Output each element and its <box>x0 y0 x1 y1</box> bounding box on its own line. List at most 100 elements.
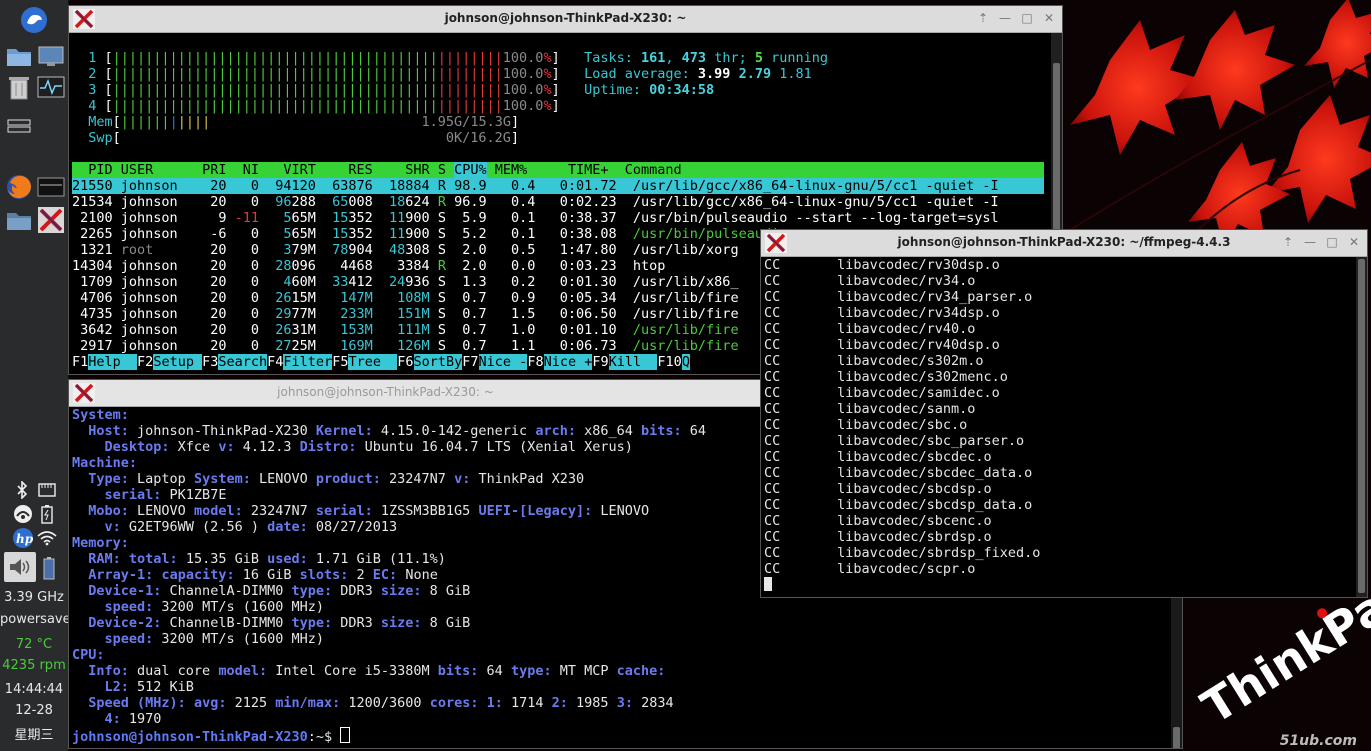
text-cursor[interactable] <box>764 577 772 591</box>
process-time: 0:06.73 <box>543 338 633 354</box>
wifi-icon[interactable] <box>36 528 58 548</box>
process-time: 0:03.23 <box>543 258 633 274</box>
function-key-button[interactable]: Kill <box>608 354 658 370</box>
memory-meter-value: 1.95G/15.3G <box>421 114 511 130</box>
close-button[interactable]: ✕ <box>1347 235 1361 249</box>
function-key-button[interactable]: Q <box>681 354 690 370</box>
xfce-mouse-icon[interactable] <box>20 6 48 34</box>
maximize-button[interactable]: □ <box>1020 11 1034 25</box>
process-time: 0:01.10 <box>543 322 633 338</box>
hp-icon[interactable]: hp <box>11 526 35 550</box>
column-header[interactable]: VIRT <box>259 162 316 178</box>
process-row[interactable]: 21534 johnson 20 0 96288 65008 18624 R 9… <box>72 194 1044 210</box>
maximize-button[interactable]: □ <box>1325 235 1339 249</box>
network-icon[interactable] <box>12 503 34 525</box>
htop-summary-text: 161 <box>641 50 666 66</box>
clock-date[interactable]: 12-28 <box>0 703 68 718</box>
window-titlebar[interactable]: johnson@johnson-ThinkPad-X230: ~/ffmpeg-… <box>761 230 1367 257</box>
process-nice: 0 <box>226 178 259 194</box>
clock-weekday[interactable]: 星期三 <box>0 724 68 743</box>
cpu-meter-label: 2 <box>72 66 105 82</box>
inxi-label: L2: <box>104 679 129 695</box>
close-button[interactable]: ✕ <box>1042 11 1056 25</box>
activity-monitor-icon[interactable] <box>37 74 65 100</box>
process-nice: 0 <box>226 306 259 322</box>
volume-icon[interactable] <box>4 552 36 582</box>
column-header[interactable]: MEM% <box>487 162 536 178</box>
inxi-value <box>121 551 129 567</box>
compile-tag: CC <box>764 497 781 513</box>
function-key-button[interactable]: Tree <box>348 354 398 370</box>
sdcard-icon[interactable] <box>36 480 58 500</box>
display-icon[interactable] <box>37 44 65 68</box>
column-header[interactable]: USER <box>121 162 194 178</box>
folder-icon[interactable] <box>6 44 32 68</box>
process-time: 1:47.80 <box>543 242 633 258</box>
inxi-value: 1970 <box>120 711 162 727</box>
shade-button[interactable]: ⇡ <box>976 11 990 25</box>
window-switcher-icon[interactable] <box>6 116 32 136</box>
process-table-header[interactable]: PID USER PRI NI VIRT RES SHR S CPU% MEM%… <box>72 162 1044 178</box>
inxi-value <box>72 615 88 631</box>
inxi-value <box>186 695 194 711</box>
process-shr: 11 <box>372 210 406 226</box>
window-titlebar[interactable]: johnson@johnson-ThinkPad-X230: ~ ⇡ — □ ✕ <box>69 6 1062 33</box>
htop-summary-text: thr; <box>706 50 755 66</box>
function-key-button[interactable]: SortBy <box>413 354 463 370</box>
folder-icon[interactable] <box>6 208 32 232</box>
column-header[interactable]: CPU% <box>454 162 487 178</box>
x-terminal-icon[interactable] <box>37 206 65 234</box>
bluetooth-icon[interactable] <box>12 480 32 500</box>
terminal-icon[interactable] <box>37 175 65 199</box>
column-header[interactable]: SHR <box>373 162 438 178</box>
function-key-button[interactable]: Filter <box>283 354 333 370</box>
inxi-value: LENOVO <box>250 471 316 487</box>
column-header[interactable]: S <box>438 162 454 178</box>
inxi-value <box>72 423 88 439</box>
compile-tag: CC <box>764 321 781 337</box>
process-nice: 0 <box>226 258 259 274</box>
cursor-line <box>764 577 1353 593</box>
inxi-value: ThinkPad X230 <box>470 471 585 487</box>
minimize-button[interactable]: — <box>1303 235 1317 249</box>
window-title: johnson@johnson-ThinkPad-X230: ~/ffmpeg-… <box>897 235 1231 249</box>
ffmpeg-build-output[interactable]: CC libavcodec/rv30dsp.o CC libavcodec/rv3… <box>764 257 1353 595</box>
text-cursor[interactable] <box>340 727 351 743</box>
firefox-icon[interactable] <box>5 173 33 201</box>
scrollbar[interactable] <box>1356 257 1367 597</box>
shade-button[interactable]: ⇡ <box>1281 235 1295 249</box>
column-header[interactable]: NI <box>226 162 259 178</box>
column-header[interactable]: PID <box>72 162 121 178</box>
function-key-button[interactable]: Search <box>218 354 268 370</box>
process-row[interactable]: 2100 johnson 9 -11 565M 15352 11900 S 5.… <box>72 210 1044 226</box>
process-row[interactable]: 21550 johnson 20 0 94120 63876 18884 R 9… <box>72 178 1044 194</box>
process-mem: 0.4 <box>486 194 544 210</box>
ffmpeg-build-terminal-window[interactable]: johnson@johnson-ThinkPad-X230: ~/ffmpeg-… <box>760 229 1368 598</box>
inxi-label: 2: <box>551 695 568 711</box>
build-log-line: CC libavcodec/sbcdec.o <box>764 449 1353 465</box>
column-header[interactable]: TIME+ <box>535 162 624 178</box>
function-key-button[interactable]: Nice - <box>478 354 528 370</box>
cpu-frequency: 3.39 GHz <box>4 590 64 605</box>
minimize-button[interactable]: — <box>998 11 1012 25</box>
cpu-meter-label: 1 <box>72 50 105 66</box>
build-log-line: CC libavcodec/rv30dsp.o <box>764 257 1353 273</box>
function-key-button[interactable]: Setup <box>153 354 203 370</box>
column-header[interactable]: PRI <box>194 162 226 178</box>
column-header[interactable]: RES <box>316 162 372 178</box>
cpu-meter-row: 2 [|||||||||||||||||||||||||||||||||||||… <box>72 66 1044 82</box>
trash-icon[interactable] <box>6 74 32 100</box>
terminal-text: ] <box>510 114 520 130</box>
column-header[interactable]: Command <box>625 162 1044 178</box>
function-key-label: F2 <box>137 354 154 370</box>
htop-summary-text: 5 <box>754 50 763 66</box>
function-key-button[interactable]: Help <box>88 354 138 370</box>
process-virt: 15M <box>291 290 316 306</box>
process-shr: 108M <box>372 290 438 306</box>
process-pid: 1709 <box>72 274 121 290</box>
inxi-label: size: <box>380 615 422 631</box>
clock-time[interactable]: 14:44:44 <box>0 682 68 697</box>
terminal-text: ] <box>551 98 560 114</box>
function-key-button[interactable]: Nice + <box>543 354 593 370</box>
